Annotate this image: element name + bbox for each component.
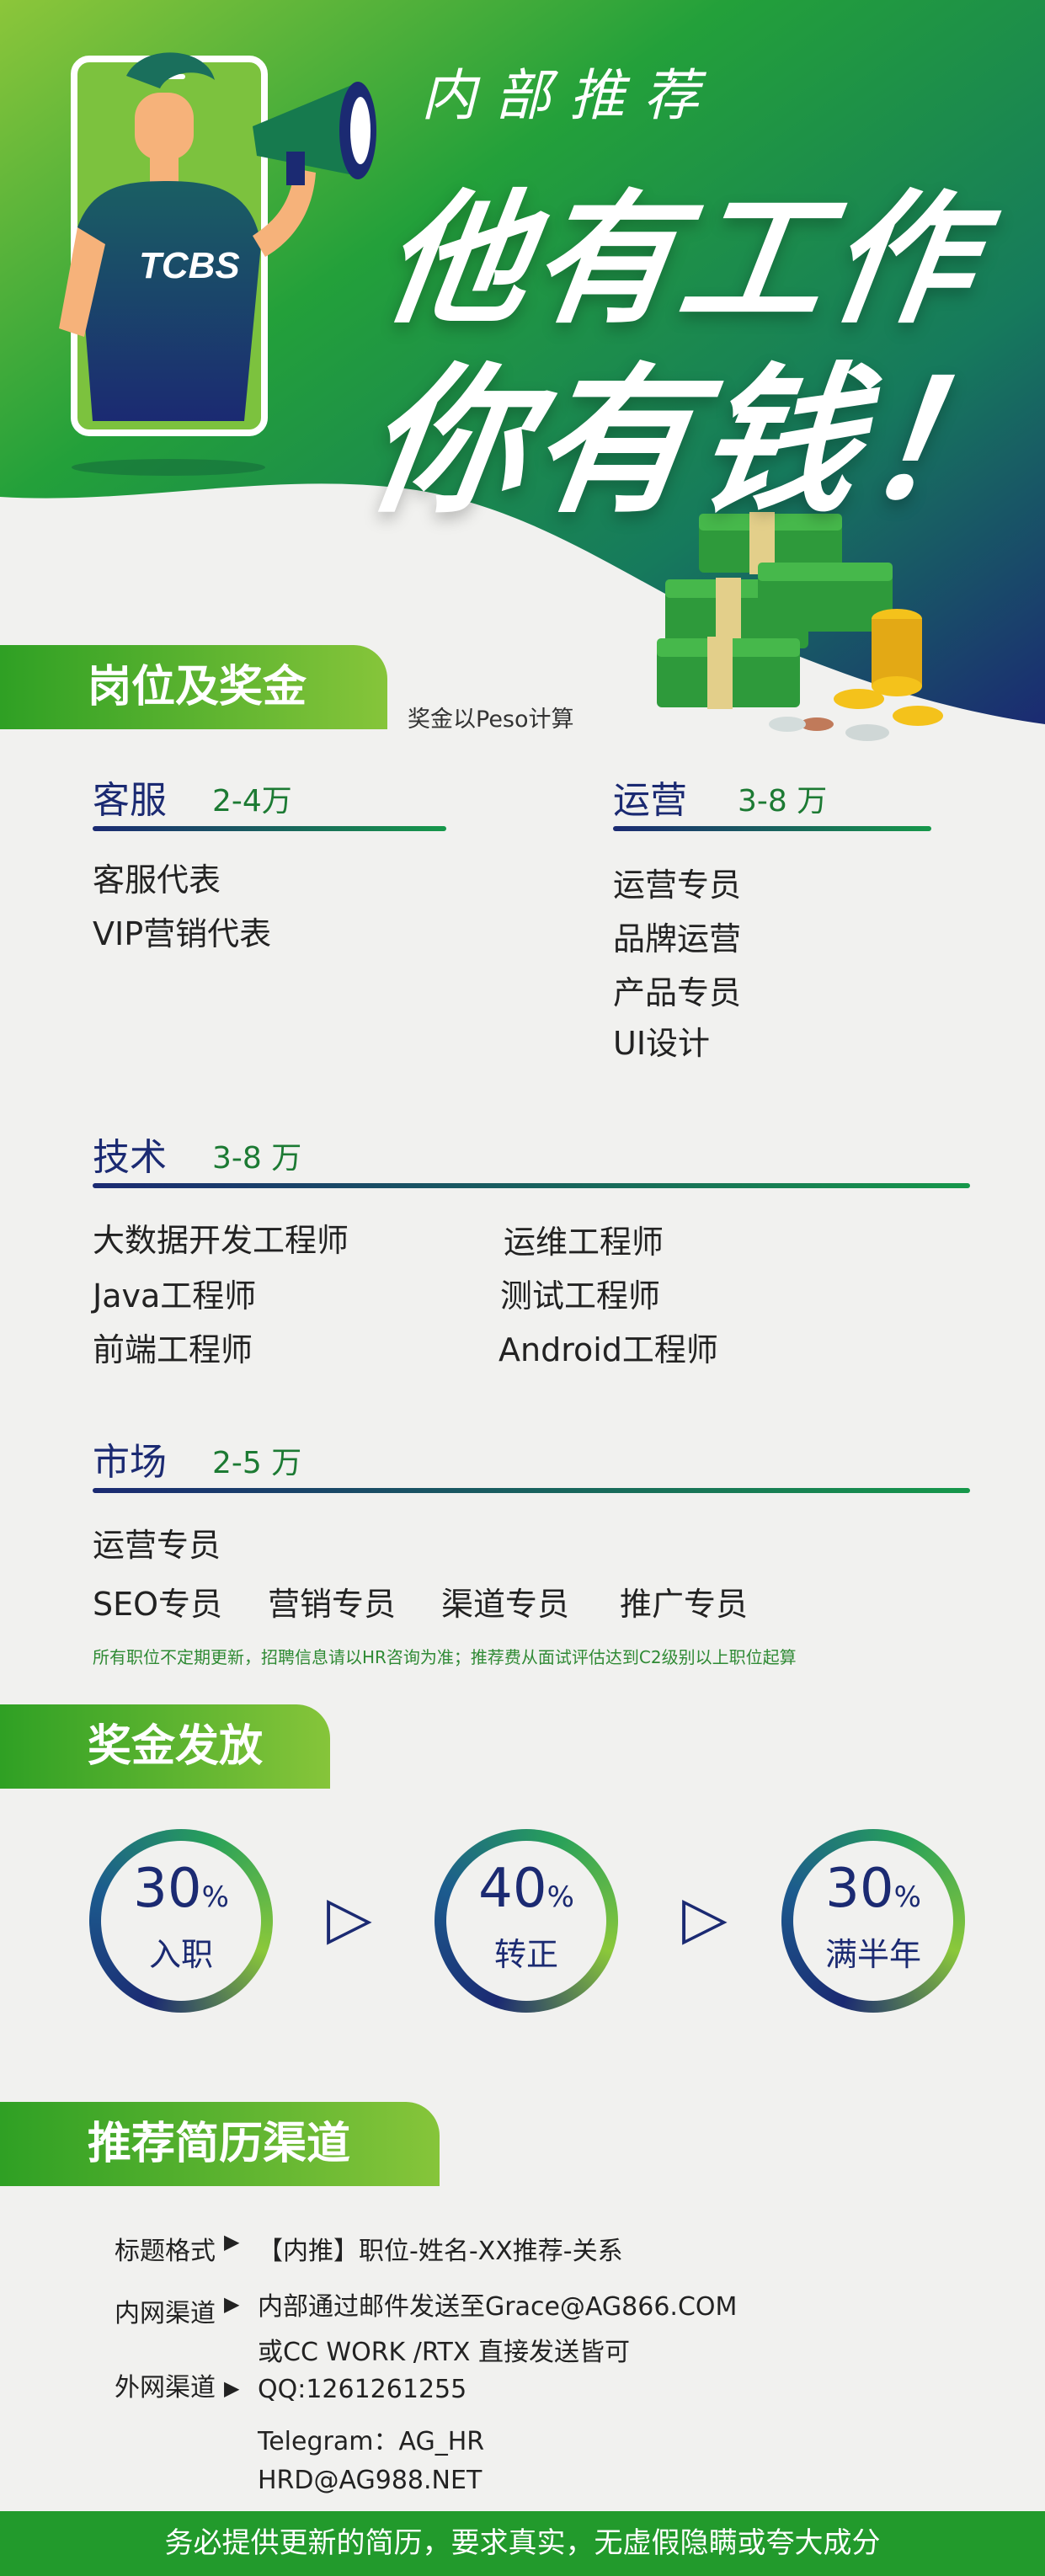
category-title-market: 市场 bbox=[93, 1441, 167, 1484]
job-item: 渠道专员 bbox=[441, 1586, 570, 1623]
channels-header: 推荐简历渠道 bbox=[0, 2102, 440, 2186]
positions-header: 岗位及奖金 bbox=[0, 645, 387, 729]
job-item: 推广专员 bbox=[620, 1586, 749, 1623]
percent-unit: % bbox=[546, 1880, 574, 1914]
stage-label: 入职 bbox=[148, 1936, 213, 1973]
payout-stage-onboard: 30% 入职 bbox=[89, 1829, 273, 2013]
job-item: Android工程师 bbox=[499, 1331, 718, 1368]
external-qq: QQ:1261261255 bbox=[258, 2375, 467, 2404]
category-divider bbox=[613, 826, 931, 831]
external-telegram: Telegram：AG_HR bbox=[258, 2427, 485, 2456]
percent-unit: % bbox=[893, 1880, 921, 1914]
category-range-ops: 3-8 万 bbox=[738, 784, 828, 819]
job-item: 客服代表 bbox=[93, 861, 221, 899]
job-item: 前端工程师 bbox=[93, 1331, 253, 1368]
category-title-cs: 客服 bbox=[93, 779, 167, 822]
currency-note: 奖金以Peso计算 bbox=[408, 707, 574, 733]
job-item: SEO专员 bbox=[93, 1586, 223, 1623]
stage-percent: 30 bbox=[133, 1858, 202, 1920]
shirt-logo: TCBS bbox=[139, 245, 240, 286]
footer-banner: 务必提供更新的简历，要求真实，无虚假隐瞒或夸大成分 bbox=[0, 2511, 1045, 2576]
intranet-email: 内部通过邮件发送至Grace@AG866.COM bbox=[258, 2292, 738, 2322]
percent-unit: % bbox=[201, 1880, 229, 1914]
category-range-cs: 2-4万 bbox=[212, 784, 292, 819]
job-item: VIP营销代表 bbox=[93, 915, 272, 952]
external-email: HRD@AG988.NET bbox=[258, 2466, 483, 2495]
arrow-right-icon: ▷ bbox=[682, 1883, 728, 1952]
job-item: 营销专员 bbox=[268, 1586, 397, 1623]
category-divider bbox=[93, 1183, 970, 1188]
positions-footnote: 所有职位不定期更新，招聘信息请以HR咨询为准；推荐费从面试评估达到C2级别以上职… bbox=[93, 1647, 797, 1667]
hero-headline-line2: 你有钱！ bbox=[355, 349, 1042, 535]
marker-icon: ▶ bbox=[224, 2376, 240, 2400]
stage-label: 满半年 bbox=[824, 1936, 921, 1973]
job-item: 品牌运营 bbox=[613, 920, 742, 957]
category-title-tech: 技术 bbox=[93, 1136, 167, 1179]
job-item: 运营专员 bbox=[613, 867, 742, 904]
job-item: 产品专员 bbox=[613, 974, 742, 1011]
category-range-tech: 3-8 万 bbox=[212, 1141, 302, 1176]
title-format-label: 标题格式 bbox=[115, 2237, 216, 2266]
category-title-ops: 运营 bbox=[613, 779, 687, 822]
payout-stage-regular: 40% 转正 bbox=[435, 1829, 618, 2013]
external-label: 外网渠道 bbox=[115, 2373, 216, 2403]
hero-subtitle: 内部推荐 bbox=[421, 63, 717, 128]
job-item: UI设计 bbox=[613, 1025, 711, 1062]
category-divider bbox=[93, 1488, 970, 1493]
job-item: 测试工程师 bbox=[500, 1277, 661, 1315]
job-item: Java工程师 bbox=[93, 1277, 257, 1315]
marker-icon: ▶ bbox=[224, 2230, 240, 2253]
job-item: 运营专员 bbox=[93, 1527, 221, 1564]
stage-percent: 30 bbox=[825, 1858, 894, 1920]
title-format-value: 【内推】职位-姓名-XX推荐-关系 bbox=[258, 2237, 623, 2266]
payout-header: 奖金发放 bbox=[0, 1704, 330, 1789]
stage-percent: 40 bbox=[478, 1858, 547, 1920]
arrow-right-icon: ▷ bbox=[327, 1883, 372, 1952]
payout-stage-half-year: 30% 满半年 bbox=[781, 1829, 965, 2013]
marker-icon: ▶ bbox=[224, 2292, 240, 2316]
job-item: 运维工程师 bbox=[504, 1224, 664, 1261]
category-divider bbox=[93, 826, 446, 831]
intranet-alt: 或CC WORK /RTX 直接发送皆可 bbox=[258, 2338, 630, 2367]
category-range-market: 2-5 万 bbox=[212, 1446, 302, 1480]
job-item: 大数据开发工程师 bbox=[93, 1222, 349, 1259]
stage-label: 转正 bbox=[493, 1936, 558, 1973]
intranet-label: 内网渠道 bbox=[115, 2299, 216, 2328]
